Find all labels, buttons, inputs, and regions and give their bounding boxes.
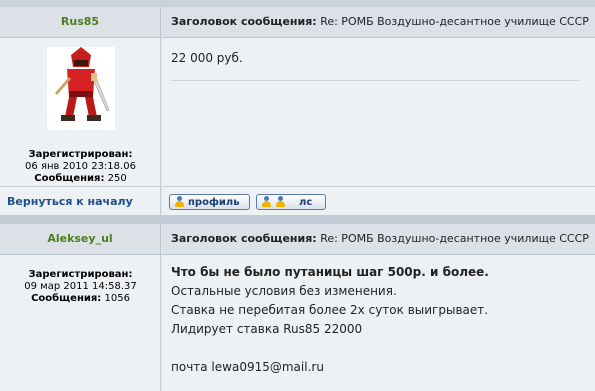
pm-icon-sender [261,196,272,208]
post2-message-line: Ставка не перебитая более 2х суток выигр… [171,303,489,317]
post2-reg-info: Зарегистрирован: 09 мар 2011 14:58.37 Со… [0,269,161,305]
avatar-image [47,47,115,130]
forum-thread: Rus85 Заголовок сообщения: Re: РОМБ Возд… [0,0,595,391]
post1-subject: Заголовок сообщения: Re: РОМБ Воздушно-д… [171,13,589,31]
post2-reg-date: 09 мар 2011 14:58.37 [24,281,137,292]
post2-subject-text: Re: РОМБ Воздушно-десантное училище СССР [320,232,589,245]
profile-button[interactable]: профиль [169,194,250,210]
post1-posts-count: 250 [107,173,127,184]
post1-author-cell: Rus85 [0,7,161,38]
post2-author-cell: Aleksey_ul [0,224,161,255]
post1-profile: Зарегистрирован: 06 янв 2010 23:18.06 Со… [0,38,161,186]
post1-subject-cell: Заголовок сообщения: Re: РОМБ Воздушно-д… [162,7,595,38]
post2-subject-cell: Заголовок сообщения: Re: РОМБ Воздушно-д… [162,224,595,255]
post1-reg-label: Зарегистрирован: [28,149,133,160]
pm-icon-recipient [275,196,286,208]
post2-message-line: почта lewa0915@mail.ru [171,360,324,374]
post2-subject-label: Заголовок сообщения: [171,232,317,245]
post2-subject: Заголовок сообщения: Re: РОМБ Воздушно-д… [171,230,589,248]
post2-posts-label: Сообщения: [31,293,102,304]
post2-profile: Зарегистрирован: 09 мар 2011 14:58.37 Со… [0,255,161,391]
profile-icon [174,196,185,208]
post2-message-line: Лидирует ставка Rus85 22000 [171,322,363,336]
post2-message-line [171,339,489,358]
post1-message-cell: 22 000 руб. [162,38,595,186]
post1-posts-label: Сообщения: [34,173,105,184]
post2-message-cell: Что бы не было путаницы шаг 500р. и боле… [162,255,595,391]
post2-message-line: Остальные условия без изменения. [171,284,397,298]
back-to-top-link[interactable]: Вернуться к началу [7,194,133,210]
post1-footer-left: Вернуться к началу [0,186,161,215]
post1-subject-label: Заголовок сообщения: [171,15,317,28]
pm-button-label: лс [299,196,313,208]
post1-author-name[interactable]: Rus85 [0,13,160,31]
post1-message-line: 22 000 руб. [171,51,243,65]
post-separator [0,215,595,224]
post2-posts-count: 1056 [104,293,130,304]
post1-message: 22 000 руб. [171,49,243,68]
post1-reg-info: Зарегистрирован: 06 янв 2010 23:18.06 Со… [0,149,161,185]
post2-message: Что бы не было путаницы шаг 500р. и боле… [171,263,489,377]
post1-reg-date: 06 янв 2010 23:18.06 [25,161,136,172]
post2-reg-label: Зарегистрирован: [28,269,133,280]
pm-button[interactable]: лс [256,194,326,210]
signature-divider [171,80,579,81]
top-border [0,0,595,7]
post2-message-line: Что бы не было путаницы шаг 500р. и боле… [171,265,489,279]
post1-avatar[interactable] [47,47,115,130]
profile-button-label: профиль [188,196,240,208]
post1-footer-right: профиль лс [162,186,595,215]
post1-subject-text: Re: РОМБ Воздушно-десантное училище СССР [320,15,589,28]
post2-author-name[interactable]: Aleksey_ul [0,230,160,248]
